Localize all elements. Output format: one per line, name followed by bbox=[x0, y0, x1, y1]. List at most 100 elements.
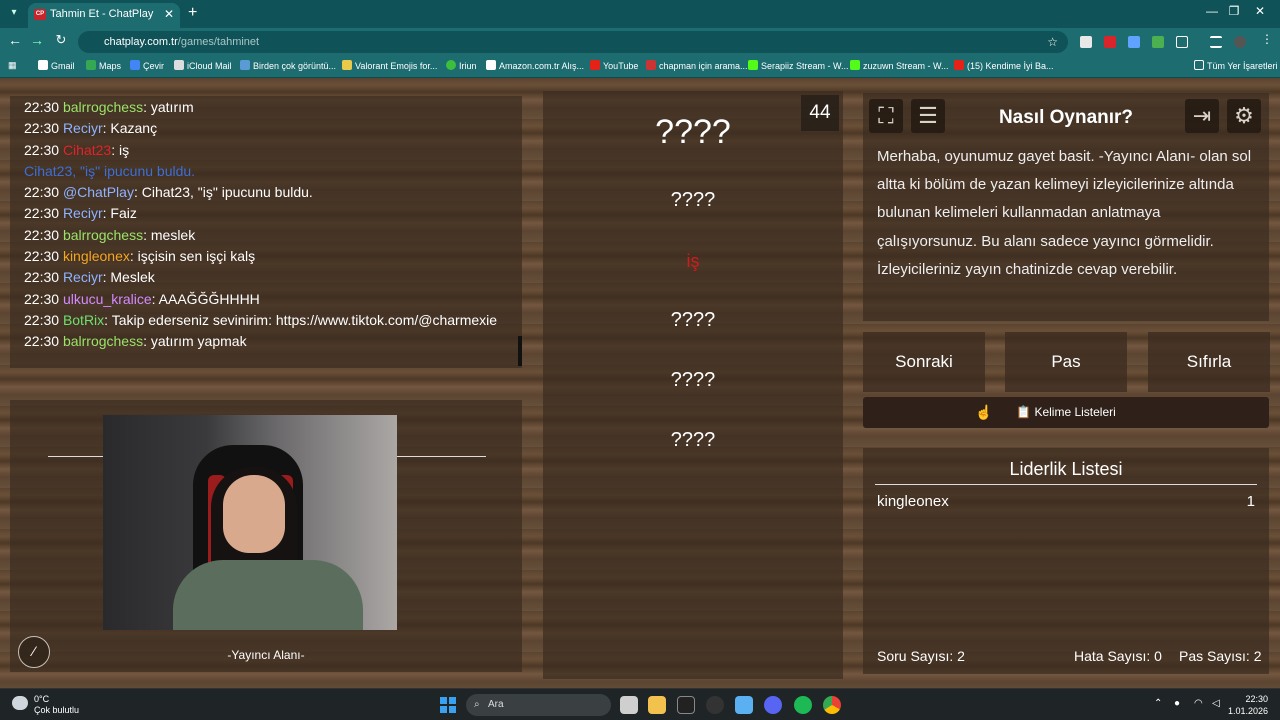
chat-separator: : bbox=[133, 184, 142, 201]
close-window-icon[interactable]: ✕ bbox=[1240, 4, 1280, 18]
chat-username[interactable]: BotRix bbox=[63, 312, 104, 328]
leaderboard-score: 1 bbox=[1246, 493, 1255, 510]
task-view-icon[interactable] bbox=[620, 696, 638, 714]
chrome-icon[interactable] bbox=[823, 696, 841, 714]
bookmark-serapiiz[interactable]: Serapiiz Stream - W... bbox=[748, 60, 849, 71]
bookmark-valorant[interactable]: Valorant Emojis for... bbox=[342, 60, 437, 71]
chat-username[interactable]: Cihat23 bbox=[63, 142, 111, 158]
reset-button[interactable]: Sıfırla bbox=[1148, 332, 1270, 392]
chat-username[interactable]: kingleonex bbox=[63, 248, 130, 264]
person-sweater bbox=[173, 560, 363, 630]
chat-message: 22:30 Cihat23: iş bbox=[10, 140, 522, 161]
taskbar-search[interactable]: ⌕ Ara bbox=[466, 694, 611, 716]
apps-grid-icon[interactable]: ▦ bbox=[8, 60, 17, 71]
forward-icon[interactable]: → bbox=[26, 32, 48, 48]
chat-username[interactable]: balrrogchess bbox=[63, 333, 143, 349]
new-tab-icon[interactable]: + bbox=[188, 4, 197, 22]
address-bar-row: ← → ↻ chatplay.com.tr/games/tahminet ☆ ⋮ bbox=[0, 28, 1280, 56]
clock-time: 22:30 bbox=[1245, 694, 1268, 704]
reload-icon[interactable]: ↻ bbox=[50, 32, 72, 48]
app-icon[interactable] bbox=[706, 696, 724, 714]
extension-icon[interactable] bbox=[1152, 36, 1164, 48]
bookmark-youtube-2[interactable]: (15) Kendime İyi Ba... bbox=[954, 60, 1054, 71]
chat-time: 22:30 bbox=[24, 248, 60, 265]
app-icon[interactable] bbox=[735, 696, 753, 714]
chat-username[interactable]: @ChatPlay bbox=[63, 184, 134, 200]
bookmark-maps[interactable]: Maps bbox=[86, 60, 121, 71]
microphone-icon[interactable]: ● bbox=[1174, 698, 1180, 709]
menu-icon[interactable]: ⋮ bbox=[1256, 32, 1278, 46]
chat-username[interactable]: balrrogchess bbox=[63, 227, 143, 243]
valorant-icon bbox=[342, 60, 352, 70]
kick-icon bbox=[748, 60, 758, 70]
translate-icon bbox=[130, 60, 140, 70]
chat-username[interactable]: Reciyr bbox=[63, 205, 103, 221]
pass-button[interactable]: Pas bbox=[1005, 332, 1127, 392]
error-count: Hata Sayısı: 0 bbox=[1074, 648, 1162, 664]
iriun-icon bbox=[446, 60, 456, 70]
tab-close-icon[interactable]: ✕ bbox=[164, 3, 174, 25]
system-clock[interactable]: 22:30 1.01.2026 bbox=[1228, 693, 1268, 717]
discord-icon[interactable] bbox=[764, 696, 782, 714]
question-count: Soru Sayısı: 2 bbox=[877, 648, 965, 664]
bookmark-chapman[interactable]: chapman için arama... bbox=[646, 60, 748, 71]
volume-icon[interactable]: ◁ bbox=[1212, 698, 1220, 709]
file-explorer-icon[interactable] bbox=[648, 696, 666, 714]
bookmark-amazon[interactable]: Amazon.com.tr Alış... bbox=[486, 60, 584, 71]
url-input[interactable]: chatplay.com.tr/games/tahminet ☆ bbox=[78, 31, 1068, 53]
person-face bbox=[223, 475, 285, 553]
magic-wand-icon[interactable]: ⁄ bbox=[18, 636, 50, 668]
all-bookmarks[interactable]: Tüm Yer İşaretleri bbox=[1194, 60, 1278, 71]
hand-cursor-icon: ☝ bbox=[975, 404, 993, 420]
cloud-icon bbox=[12, 696, 28, 710]
taskbar: 0°C Çok bulutlu ⌕ Ara ⌃ ● ◠ ◁ 22:30 1.01.… bbox=[0, 688, 1280, 720]
extension-icon[interactable] bbox=[1104, 36, 1116, 48]
chat-message: 22:30 balrrogchess: meslek bbox=[10, 225, 522, 246]
extensions-puzzle-icon[interactable] bbox=[1176, 36, 1188, 48]
chat-username[interactable]: balrrogchess bbox=[63, 99, 143, 115]
bookmark-zuzuwn[interactable]: zuzuwn Stream - W... bbox=[850, 60, 949, 71]
tray-chevron-icon[interactable]: ⌃ bbox=[1154, 698, 1162, 709]
wifi-icon[interactable]: ◠ bbox=[1194, 698, 1203, 709]
bookmark-gmail[interactable]: Gmail bbox=[38, 60, 75, 71]
audio-app-icon[interactable] bbox=[677, 696, 695, 714]
chat-message: 22:30 balrrogchess: yatırım bbox=[10, 97, 522, 118]
back-icon[interactable]: ← bbox=[4, 32, 26, 48]
exit-icon[interactable]: ⇥ bbox=[1185, 99, 1219, 133]
chat-text: iş bbox=[118, 141, 130, 158]
tab-search-icon[interactable]: ▾ bbox=[6, 5, 22, 21]
tab-title: Tahmin Et - ChatPlay bbox=[50, 8, 154, 20]
chat-panel: 22:30 balrrogchess: yatırım 22:30 Reciyr:… bbox=[10, 96, 522, 368]
extension-icon[interactable] bbox=[1080, 36, 1092, 48]
chat-time: 22:30 bbox=[24, 290, 60, 307]
bookmark-multi-view[interactable]: Birden çok görüntü... bbox=[240, 60, 336, 71]
media-icon[interactable] bbox=[1210, 36, 1222, 48]
chat-separator: : bbox=[111, 141, 119, 158]
gear-icon[interactable]: ⚙ bbox=[1227, 99, 1261, 133]
profile-avatar[interactable] bbox=[1234, 36, 1246, 48]
chat-username[interactable]: Reciyr bbox=[63, 120, 103, 136]
search-icon: ⌕ bbox=[474, 699, 480, 710]
chat-separator: : bbox=[143, 226, 151, 243]
chat-time: 22:30 bbox=[24, 226, 60, 243]
spotify-icon[interactable] bbox=[794, 696, 812, 714]
chat-scrollbar[interactable] bbox=[518, 336, 522, 366]
chat-text: Faiz bbox=[110, 205, 137, 222]
chat-time: 22:30 bbox=[24, 205, 60, 222]
tab-active[interactable]: CP Tahmin Et - ChatPlay ✕ bbox=[28, 3, 180, 28]
bookmark-icloud[interactable]: iCloud Mail bbox=[174, 60, 232, 71]
chat-text: Takip ederseniz sevinirim: https://www.t… bbox=[111, 311, 498, 328]
extension-icon[interactable] bbox=[1128, 36, 1140, 48]
bookmark-translate[interactable]: Çevir bbox=[130, 60, 164, 71]
chat-username[interactable]: ulkucu_kralice bbox=[63, 291, 152, 307]
bookmark-youtube[interactable]: YouTube bbox=[590, 60, 638, 71]
chat-username[interactable]: Cihat23, "iş" ipucunu buldu. bbox=[24, 163, 195, 179]
next-button[interactable]: Sonraki bbox=[863, 332, 985, 392]
chat-text: AAAĞĞĞHHHH bbox=[158, 290, 260, 307]
bookmark-star-icon[interactable]: ☆ bbox=[1047, 31, 1058, 53]
leaderboard-title: Liderlik Listesi bbox=[1009, 459, 1123, 479]
chat-username[interactable]: Reciyr bbox=[63, 269, 103, 285]
word-lists-button[interactable]: 📋 Kelime Listeleri bbox=[863, 397, 1269, 428]
windows-start-icon[interactable] bbox=[440, 697, 456, 713]
bookmark-iriun[interactable]: Iriun bbox=[446, 60, 477, 71]
